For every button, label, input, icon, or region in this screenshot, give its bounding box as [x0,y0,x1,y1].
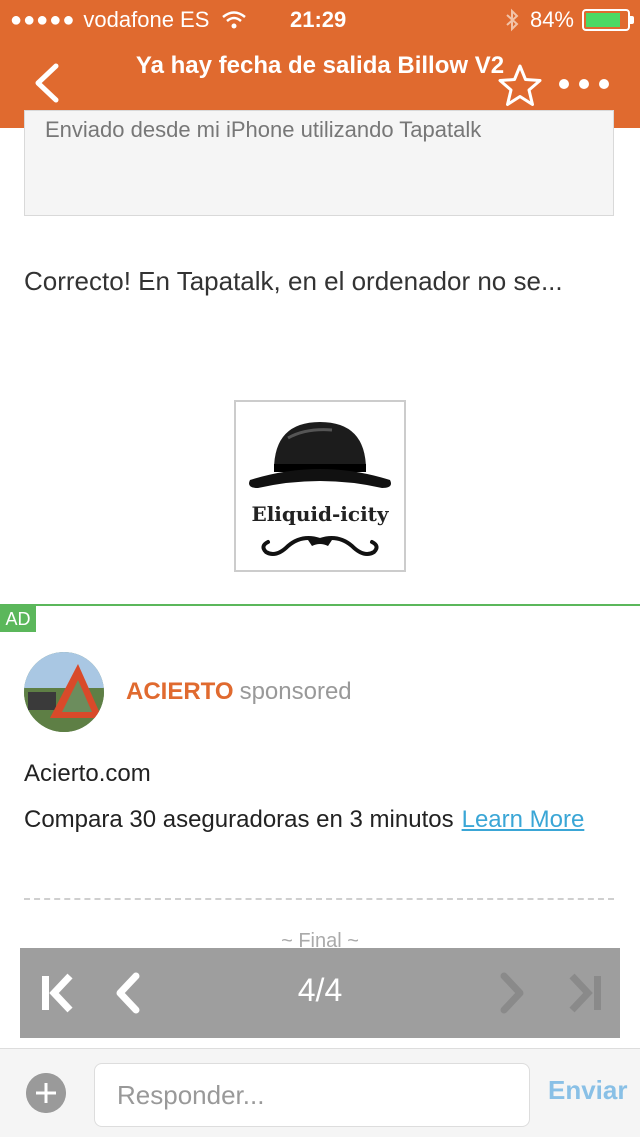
status-time: 21:29 [290,7,347,32]
wifi-icon [222,11,247,29]
last-page-button[interactable] [566,970,606,1016]
next-page-button[interactable] [498,970,528,1016]
ad-divider [0,604,640,606]
bowler-hat-icon [249,422,391,488]
ad-site: Acierto.com [24,760,151,787]
battery-level [586,13,620,27]
attach-plus-button[interactable] [26,1073,66,1113]
status-bar: ●●●●● vodafone ES 21:29 84% [0,0,640,40]
signature-image: Eliquid-icity [234,400,406,572]
ad-brand-name[interactable]: ACIERTO [126,678,234,705]
app-header: ●●●●● vodafone ES 21:29 84% Ya hay fecha… [0,0,640,128]
mustache-icon [261,536,379,556]
bluetooth-icon [506,8,519,32]
thread-end-divider [24,898,614,900]
more-options-button[interactable] [558,74,610,94]
ad-description: Compara 30 aseguradoras en 3 minutos [24,806,454,833]
learn-more-link[interactable]: Learn More [462,806,585,833]
ad-badge: AD [0,606,36,632]
battery-icon [582,9,634,31]
quote-box: Enviado desde mi iPhone utilizando Tapat… [24,110,614,216]
carrier-name: vodafone ES [83,7,210,32]
favorite-star-button[interactable] [496,62,544,110]
battery-percent: 84% [529,7,574,32]
page-indicator: 4/4 [297,972,343,1008]
back-button[interactable] [28,58,68,108]
reply-input[interactable] [94,1063,530,1127]
reply-bar: Enviar [0,1048,640,1137]
warning-triangle-icon [24,652,104,732]
post-body: Correcto! En Tapatalk, en el ordenador n… [24,266,563,296]
sponsored-label: sponsored [239,678,352,705]
ad-avatar[interactable] [24,652,104,732]
thread-title: Ya hay fecha de salida Billow V2 [135,52,505,79]
pagination-bar: 4/4 [20,948,620,1038]
quoted-text: Enviado desde mi iPhone utilizando Tapat… [45,117,482,142]
signature-caption: Eliquid-icity [251,502,389,526]
signal-strength-icon: ●●●●● [10,8,76,31]
send-button[interactable]: Enviar [548,1075,628,1106]
